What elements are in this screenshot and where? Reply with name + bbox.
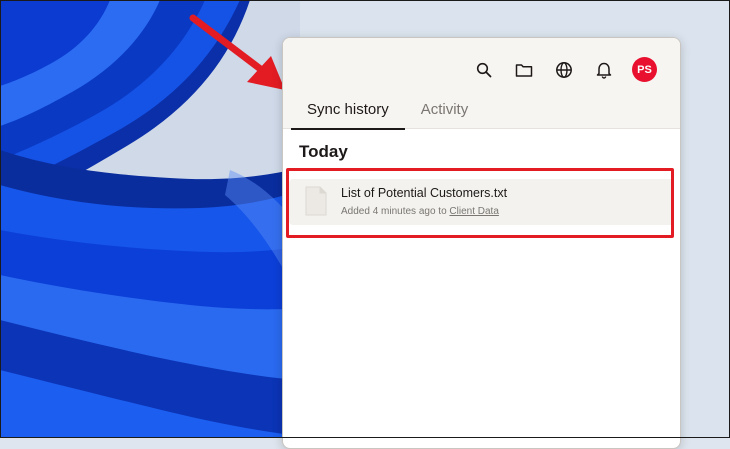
panel-header: PS Sync history Activity <box>283 38 680 130</box>
tab-bar: Sync history Activity <box>291 98 485 130</box>
red-highlight-box <box>286 168 674 238</box>
search-icon[interactable] <box>472 58 496 82</box>
tab-activity[interactable]: Activity <box>405 98 485 128</box>
user-avatar[interactable]: PS <box>632 57 657 82</box>
red-arrow-icon <box>189 14 285 90</box>
header-icons: PS <box>456 57 657 82</box>
folder-icon[interactable] <box>512 58 536 82</box>
bell-icon[interactable] <box>592 58 616 82</box>
globe-icon[interactable] <box>552 58 576 82</box>
sync-panel: PS Sync history Activity Today List of P… <box>282 37 681 449</box>
section-title-today: Today <box>299 142 348 161</box>
tab-sync-history[interactable]: Sync history <box>291 98 405 130</box>
